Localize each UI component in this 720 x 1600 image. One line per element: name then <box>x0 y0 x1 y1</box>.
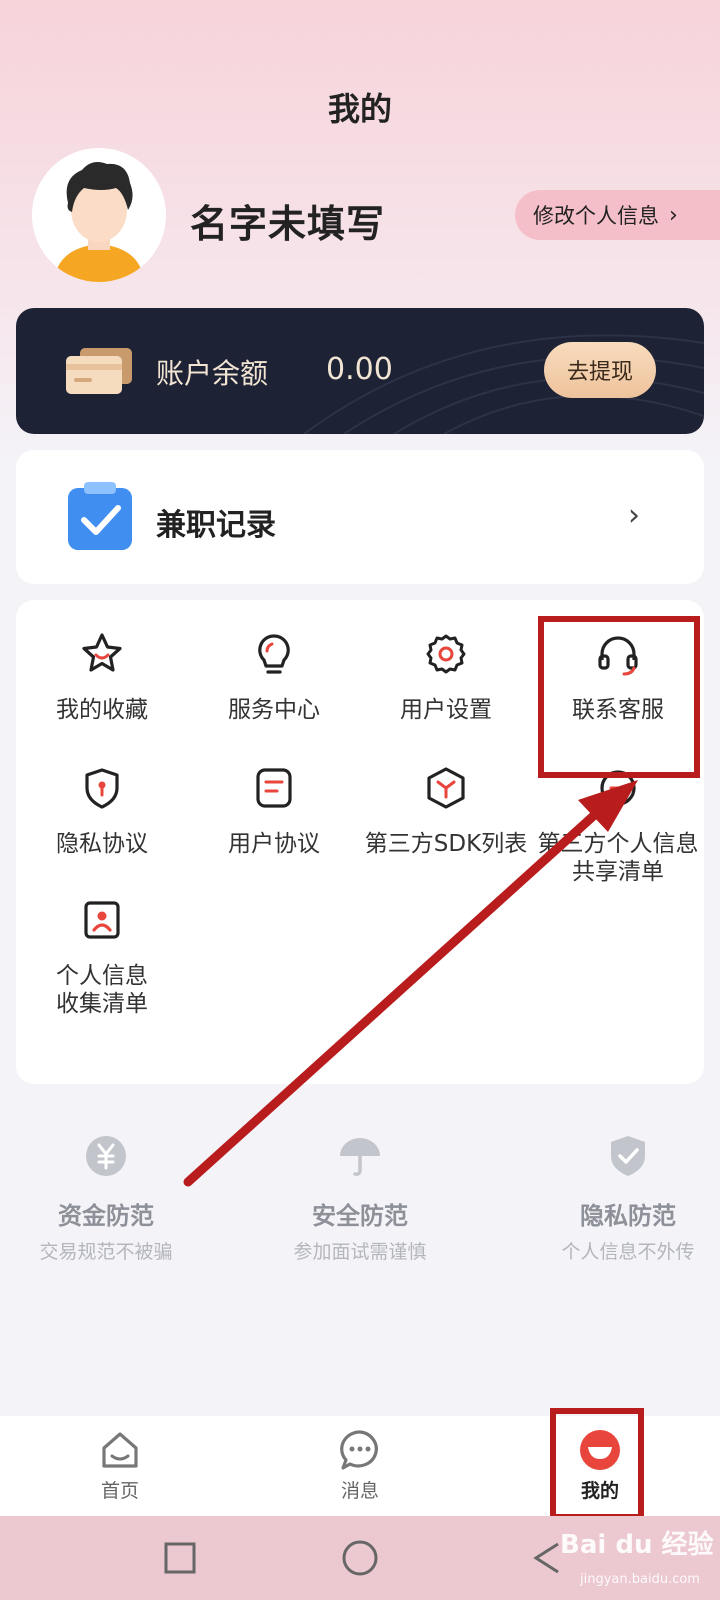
watermark: Bai du 经验 <box>560 1530 714 1560</box>
menu-item-favorites[interactable]: 我的收藏 <box>16 630 188 724</box>
part-time-record-row[interactable]: 兼职记录 › <box>16 450 704 584</box>
star-icon <box>78 630 126 678</box>
menu-item-service-center[interactable]: 服务中心 <box>188 630 360 724</box>
avatar-illustration <box>32 148 166 282</box>
watermark-sub: jingyan.baidu.com <box>580 1572 700 1587</box>
balance-value: 0.00 <box>326 352 393 387</box>
menu-item-third-party-sharing[interactable]: 第三方个人信息 共享清单 <box>532 764 704 886</box>
menu-item-label: 个人信息 <box>56 963 148 989</box>
umbrella-icon <box>338 1134 382 1178</box>
menu-item-third-party-sdk[interactable]: 第三方SDK列表 <box>360 764 532 858</box>
shield-lock-icon <box>78 764 126 812</box>
safety-privacy: 隐私防范 个人信息不外传 <box>508 1134 720 1264</box>
menu-item-label: 服务中心 <box>228 697 320 723</box>
tab-label: 消息 <box>340 1480 379 1502</box>
username: 名字未填写 <box>190 202 386 246</box>
safety-subtitle: 参加面试需谨慎 <box>293 1241 427 1263</box>
safety-subtitle: 交易规范不被骗 <box>39 1241 173 1263</box>
home-icon <box>98 1428 142 1472</box>
menu-item-privacy-policy[interactable]: 隐私协议 <box>16 764 188 858</box>
bulb-icon <box>250 630 298 678</box>
menu-item-label: 第三方个人信息 <box>537 831 699 857</box>
chevron-right-icon: › <box>628 498 640 533</box>
cube-icon <box>422 764 470 812</box>
annotation-highlight-box <box>538 616 700 778</box>
tab-home[interactable]: 首页 <box>60 1428 180 1503</box>
menu-item-info-collection[interactable]: 个人信息 收集清单 <box>16 896 188 1018</box>
annotation-highlight-box <box>550 1408 644 1520</box>
menu-item-user-agreement[interactable]: 用户协议 <box>188 764 360 858</box>
safety-title: 隐私防范 <box>580 1202 676 1230</box>
wallet-card-icon <box>66 348 134 398</box>
safety-funds: 资金防范 交易规范不被骗 <box>0 1134 226 1264</box>
balance-card: 账户余额 0.00 去提现 <box>16 308 704 434</box>
safety-security: 安全防范 参加面试需谨慎 <box>240 1134 480 1264</box>
menu-item-label: 用户设置 <box>400 697 492 723</box>
recents-icon <box>164 1542 196 1574</box>
person-card-icon <box>78 896 126 944</box>
menu-item-label: 用户协议 <box>228 831 320 857</box>
balance-label: 账户余额 <box>156 357 269 390</box>
avatar[interactable] <box>32 148 166 282</box>
edit-profile-label: 修改个人信息 <box>533 204 659 228</box>
clipboard-check-icon <box>66 482 134 556</box>
menu-item-label: 隐私协议 <box>56 831 148 857</box>
edit-profile-button[interactable]: 修改个人信息 › <box>515 190 720 240</box>
chevron-right-icon: › <box>669 202 678 228</box>
yen-icon <box>84 1134 128 1178</box>
document-icon <box>250 764 298 812</box>
safety-title: 资金防范 <box>58 1202 154 1230</box>
gear-icon <box>422 630 470 678</box>
safety-subtitle: 个人信息不外传 <box>561 1241 695 1263</box>
message-icon <box>338 1428 382 1472</box>
part-time-record-label: 兼职记录 <box>156 508 276 543</box>
shield-check-icon <box>606 1134 650 1178</box>
menu-item-label: 我的收藏 <box>56 697 148 723</box>
menu-item-user-settings[interactable]: 用户设置 <box>360 630 532 724</box>
safety-title: 安全防范 <box>312 1202 408 1230</box>
menu-item-label-line2: 收集清单 <box>56 991 148 1017</box>
page-title: 我的 <box>327 90 392 128</box>
menu-item-label: 第三方SDK列表 <box>364 831 528 857</box>
withdraw-button[interactable]: 去提现 <box>544 342 656 398</box>
menu-item-label-line2: 共享清单 <box>572 859 664 885</box>
tab-messages[interactable]: 消息 <box>300 1428 420 1503</box>
tab-label: 首页 <box>100 1480 139 1502</box>
back-icon <box>533 1542 559 1574</box>
home-nav-icon <box>342 1540 378 1576</box>
